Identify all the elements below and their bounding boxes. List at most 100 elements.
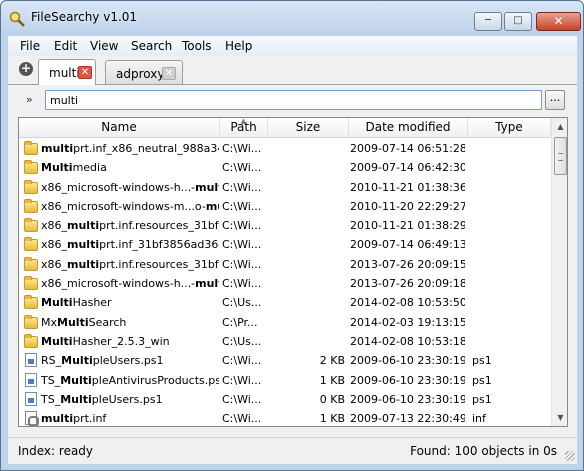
table-row[interactable]: x86_multiprt.inf.resources_31bf38C:\Wi..… <box>19 216 551 235</box>
column-path[interactable]: ▲ Path <box>220 118 268 138</box>
table-row[interactable]: MultiHasher_2.5.3_win C:\Us... 2014-02-08 … <box>19 332 551 351</box>
cell-path: C:\Wi... <box>222 161 262 175</box>
minimize-button[interactable]: ─ <box>474 12 502 31</box>
script-file-icon <box>25 391 37 406</box>
script-file-icon <box>25 353 37 368</box>
vertical-scrollbar[interactable]: ▲ ▼ <box>551 118 567 426</box>
cell-type <box>472 216 542 235</box>
add-tab-icon[interactable]: + <box>19 62 33 76</box>
cell-name: TS_MultipleAntivirusProducts.ps1 <box>41 373 219 387</box>
folder-icon <box>24 237 38 252</box>
table-row[interactable]: Multimedia C:\Wi... 2009-07-14 06:42:30 <box>19 158 551 177</box>
cell-date-modified: 2010-11-20 22:29:27 <box>350 199 465 213</box>
title-bar[interactable]: FileSearchy v1.01 ─ □ ✕ <box>1 1 583 35</box>
cell-name: x86_multiprt.inf.resources_31bf38 <box>41 219 219 233</box>
cell-type <box>472 313 542 332</box>
cell-type <box>472 197 542 216</box>
column-type[interactable]: Type <box>468 118 551 138</box>
cell-path: C:\Wi... <box>222 392 262 406</box>
tab-label: adproxy <box>116 67 165 81</box>
cell-size: 1 KB <box>319 373 345 387</box>
cell-path: C:\Wi... <box>222 257 262 271</box>
tab-close-icon[interactable]: ✕ <box>162 67 176 80</box>
close-button[interactable]: ✕ <box>536 12 581 31</box>
cell-path: C:\Wi... <box>222 199 262 213</box>
table-row[interactable]: multiprt.inf_x86_neutral_988a34fc C:\Wi..… <box>19 139 551 158</box>
cell-date-modified: 2013-07-26 20:09:18 <box>350 277 465 291</box>
window-title: FileSearchy v1.01 <box>31 10 138 24</box>
scroll-down-icon[interactable]: ▼ <box>552 409 567 426</box>
tab-label: multi <box>49 66 80 80</box>
browse-button[interactable]: ... <box>545 90 565 110</box>
menu-bar: File Edit View Search Tools Help <box>8 36 577 56</box>
table-row[interactable]: x86_multiprt.inf.resources_31bf38C:\Wi..… <box>19 255 551 274</box>
cell-name: Multimedia <box>41 161 107 175</box>
cell-size <box>271 235 345 254</box>
folder-icon <box>24 198 38 213</box>
cell-name: x86_multiprt.inf_31bf3856ad364e3 <box>41 238 219 252</box>
cell-name: MultiHasher <box>41 296 112 310</box>
cell-name: x86_multiprt.inf.resources_31bf38 <box>41 257 219 271</box>
menu-file[interactable]: File <box>20 39 40 53</box>
scroll-thumb[interactable] <box>554 137 567 175</box>
table-row[interactable]: RS_MultipleUsers.ps1 C:\Wi... 2 KB 2009-06-… <box>19 351 551 370</box>
menu-edit[interactable]: Edit <box>54 39 77 53</box>
table-row[interactable]: x86_microsoft-windows-m...o-multi-C:\Wi.… <box>19 197 551 216</box>
cell-date-modified: 2010-11-21 01:38:29 <box>350 219 465 233</box>
sort-arrow-icon: ▲ <box>240 117 247 125</box>
cell-date-modified: 2009-06-10 23:30:19 <box>350 373 465 387</box>
scroll-up-icon[interactable]: ▲ <box>552 118 567 135</box>
menu-tools[interactable]: Tools <box>182 39 212 53</box>
table-row[interactable]: TS_MultipleAntivirusProducts.ps1 C:\Wi...… <box>19 371 551 390</box>
search-row: » ... <box>8 88 577 112</box>
menu-help[interactable]: Help <box>225 39 252 53</box>
folder-icon <box>24 179 38 194</box>
table-row[interactable]: MultiHasher C:\Us... 2014-02-08 10:53:50 <box>19 293 551 312</box>
table-row[interactable]: TS_MultipleUsers.ps1 C:\Wi... 0 KB 2009-06-… <box>19 390 551 409</box>
cell-path: C:\Wi... <box>222 238 262 252</box>
cell-size <box>271 139 345 158</box>
cell-name: multiprt.inf <box>41 412 107 426</box>
cell-path: C:\Wi... <box>222 142 262 155</box>
cell-size <box>271 197 345 216</box>
cell-size <box>271 293 345 312</box>
cell-size <box>271 313 345 332</box>
results-list[interactable]: Name ▲ Path Size Date modified Type mult… <box>18 117 568 427</box>
cell-date-modified: 2009-07-14 06:49:13 <box>350 238 465 252</box>
cell-date-modified: 2013-07-26 20:09:15 <box>350 257 465 271</box>
cell-date-modified: 2014-02-08 10:53:18 <box>350 334 465 348</box>
table-row[interactable]: x86_multiprt.inf_31bf3856ad364e3C:\Wi...… <box>19 235 551 254</box>
folder-icon <box>24 141 38 155</box>
tab-adproxy[interactable]: adproxy ✕ <box>105 60 183 84</box>
expand-chevron-icon[interactable]: » <box>26 93 33 106</box>
cell-path: C:\Us... <box>222 296 262 310</box>
tab-close-icon[interactable]: ✕ <box>78 66 92 79</box>
column-date-modified[interactable]: Date modified <box>349 118 468 138</box>
cell-type <box>472 158 542 177</box>
folder-icon <box>24 160 38 175</box>
cell-name: MxMultiSearch <box>41 315 127 329</box>
script-file-icon <box>25 372 37 387</box>
search-input[interactable] <box>45 90 542 110</box>
cell-date-modified: 2009-06-10 23:30:19 <box>350 354 465 368</box>
menu-search[interactable]: Search <box>131 39 172 53</box>
folder-icon <box>24 218 38 233</box>
cell-type <box>472 332 542 351</box>
cell-path: C:\Pr... <box>222 315 258 329</box>
resize-grip-icon[interactable] <box>565 451 575 461</box>
cell-type: ps1 <box>472 373 492 387</box>
cell-size: 0 KB <box>319 392 345 406</box>
table-row[interactable]: x86_microsoft-windows-h...-multimC:\Wi..… <box>19 178 551 197</box>
table-row[interactable]: multiprt.inf C:\Wi... 1 KB 2009-07-13 22:30… <box>19 409 551 426</box>
tab-multi[interactable]: multi ✕ <box>38 59 96 85</box>
cell-path: C:\Wi... <box>222 412 262 426</box>
cell-type: inf <box>472 412 486 426</box>
column-size[interactable]: Size <box>268 118 349 138</box>
column-name[interactable]: Name <box>19 118 220 138</box>
maximize-button[interactable]: □ <box>504 12 532 31</box>
menu-view[interactable]: View <box>90 39 118 53</box>
cell-date-modified: 2014-02-03 19:13:15 <box>350 315 465 329</box>
cell-size: 2 KB <box>319 354 345 368</box>
table-row[interactable]: MxMultiSearch C:\Pr... 2014-02-03 19:13:15 <box>19 313 551 332</box>
table-row[interactable]: x86_microsoft-windows-h...-multimC:\Wi..… <box>19 274 551 293</box>
